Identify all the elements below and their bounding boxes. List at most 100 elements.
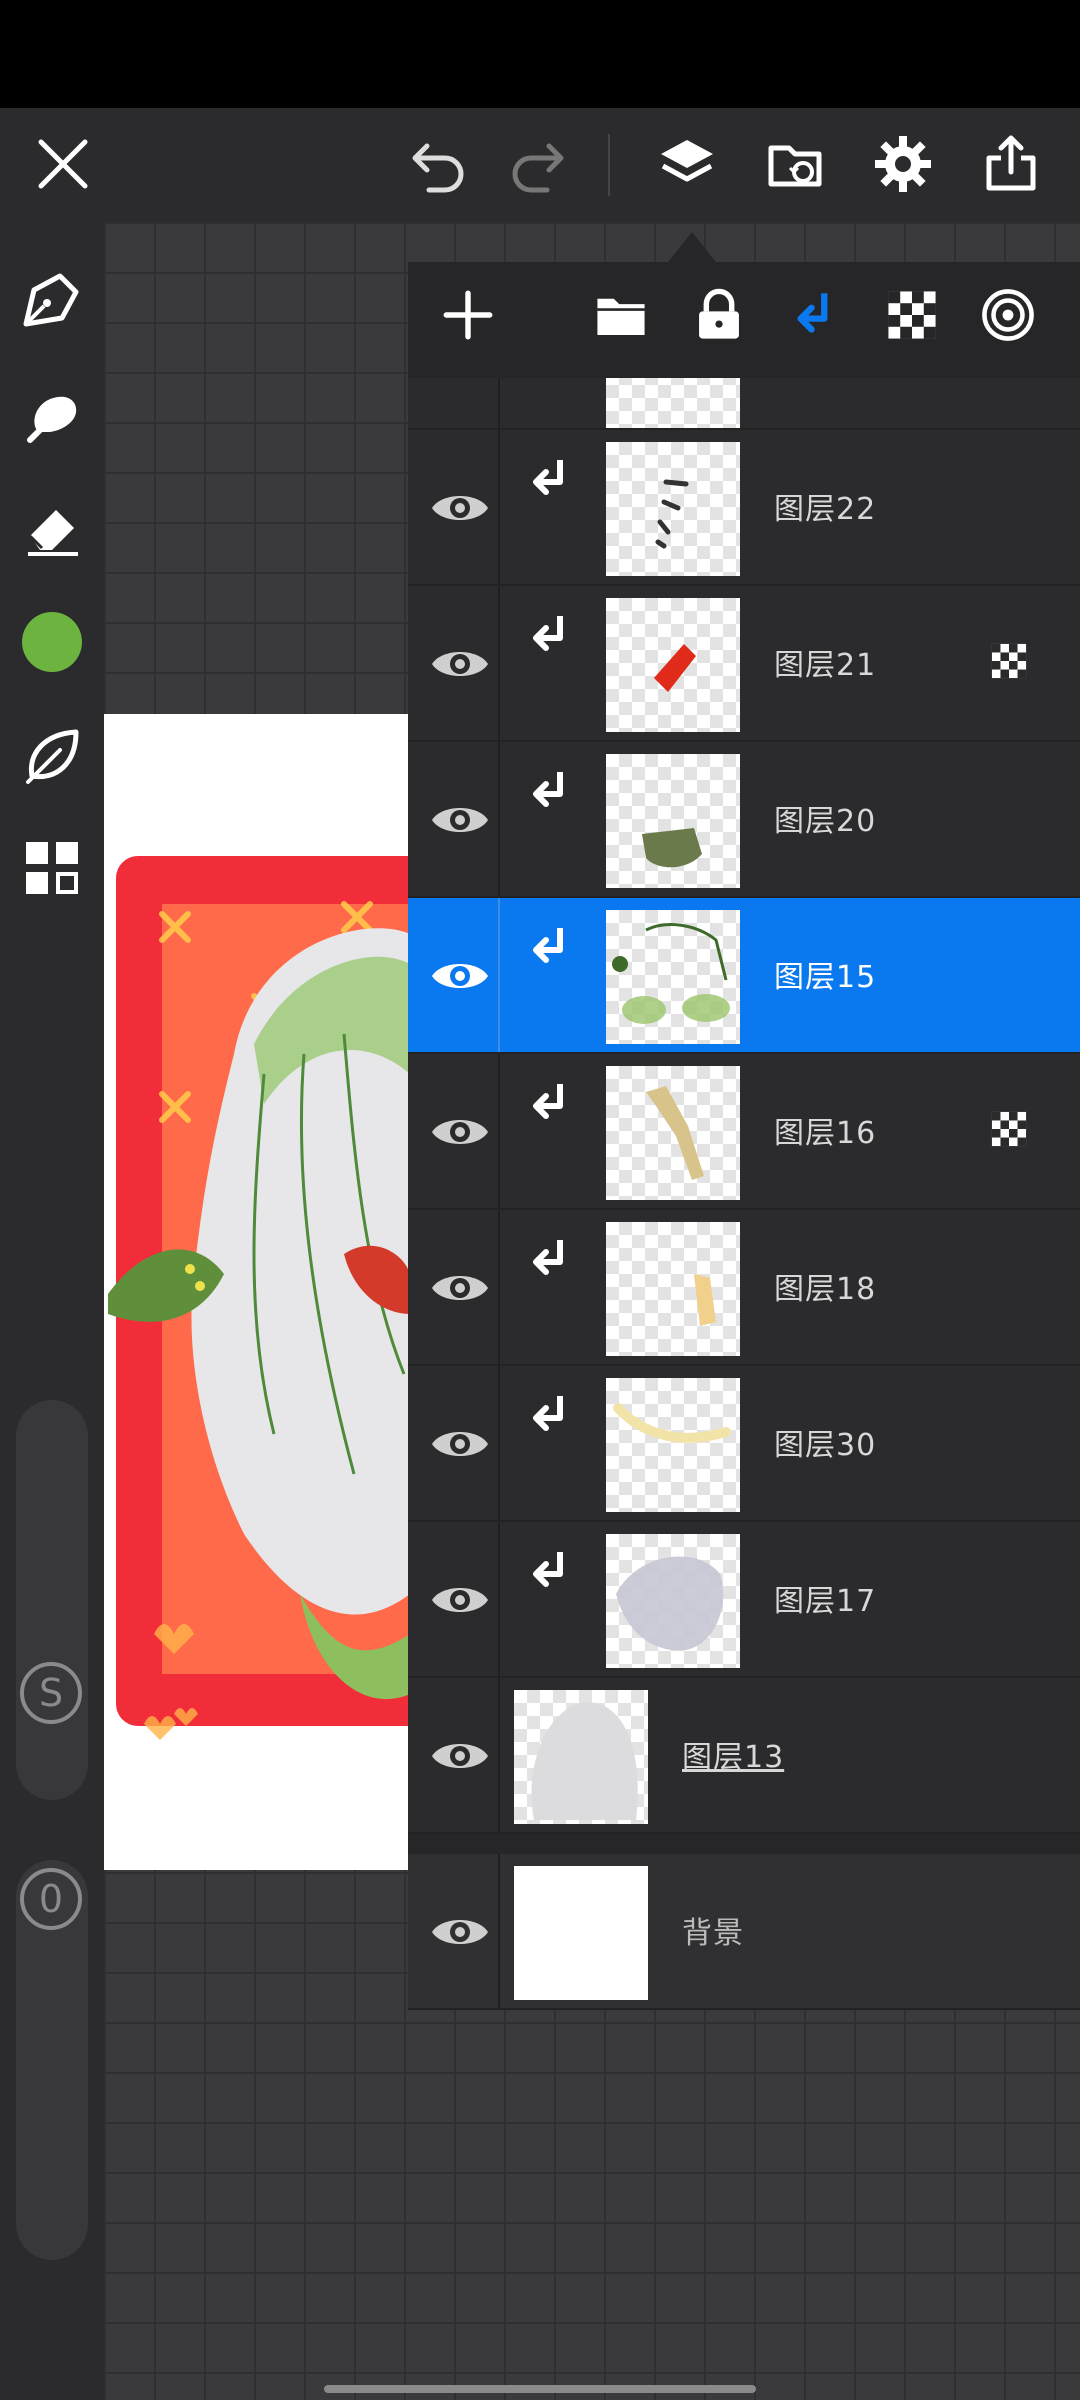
layer-thumbnail [606,1378,740,1512]
layer-thumbnail [606,1534,740,1668]
layer-row[interactable]: 图层16 [408,1054,1080,1210]
layer-thumbnail [606,378,740,428]
layer-row[interactable]: 图层17 [408,1522,1080,1678]
layer-thumbnail [606,754,740,888]
drawing-canvas[interactable] [104,714,410,1870]
share-icon [986,135,1036,191]
settings-button[interactable] [860,121,946,207]
import-image-button[interactable] [752,121,838,207]
visibility-eye-icon[interactable] [428,1900,492,1964]
opacity-slider[interactable]: 0 [16,1860,88,2260]
leaf-icon [26,729,79,784]
eraser-tool[interactable] [14,490,90,566]
layer-name: 图层13 [682,1740,785,1775]
visibility-eye-icon[interactable] [428,632,492,696]
visibility-eye-icon[interactable] [428,1412,492,1476]
redo-button[interactable] [494,121,580,207]
layer-row[interactable]: 图层20 [408,742,1080,898]
clip-arrow-icon [533,928,563,963]
grid-icon [26,842,78,894]
undo-icon [412,143,464,193]
layer-name: 图层15 [774,960,877,995]
close-button[interactable] [20,121,106,207]
layer-thumbnail [514,1690,648,1824]
layer-row[interactable]: 图层18 [408,1210,1080,1366]
toolbar-divider [608,134,610,196]
color-swatch [22,612,82,672]
lock-layer-button[interactable] [684,280,754,350]
layer-thumbnail [606,442,740,576]
lock-icon [699,288,739,339]
settings-icon [875,136,931,192]
close-icon [38,139,88,189]
smudge-icon [27,396,77,443]
clip-arrow-icon [533,1240,563,1275]
clip-arrow-icon [533,460,563,495]
visibility-eye-icon[interactable] [428,944,492,1008]
clip-arrow-icon [533,616,563,651]
layer-thumbnail [606,1222,740,1356]
import-image-icon [768,145,822,187]
layer-thumbnail [606,910,740,1044]
visibility-eye-icon[interactable] [428,476,492,540]
add-layer-icon [443,290,493,340]
layer-name: 图层30 [774,1428,877,1463]
layer-row-background[interactable]: 背景 [408,1854,1080,2010]
layer-name: 图层17 [774,1584,877,1619]
layer-thumbnail [514,1866,648,2000]
redo-icon [512,143,564,193]
add-folder-button[interactable] [586,280,656,350]
eye-column [408,378,500,428]
gallery-grid-button[interactable] [14,830,90,906]
layers-button[interactable] [644,121,730,207]
undo-button[interactable] [396,121,482,207]
alpha-lock-icon [888,291,936,339]
smudge-tool[interactable] [14,376,90,452]
clip-icon [797,293,828,333]
layer-name: 图层21 [774,648,877,683]
layer-row[interactable]: 图层22 [408,430,1080,586]
brush-size-slider[interactable]: S [16,1400,88,1800]
layer-thumbnail [606,598,740,732]
visibility-eye-icon[interactable] [428,1100,492,1164]
layer-name: 图层16 [774,1116,877,1151]
layer-name: 背景 [682,1916,744,1951]
layer-row[interactable]: 图层21 [408,586,1080,742]
pen-tool[interactable] [14,262,90,338]
clip-arrow-icon [533,1552,563,1587]
pen-icon [23,273,79,327]
layer-name: 图层18 [774,1272,877,1307]
leaf-tool[interactable] [14,718,90,794]
opacity-knob[interactable]: 0 [20,1868,82,1930]
alpha-lock-button[interactable] [877,280,947,350]
layer-name: 图层22 [774,492,877,527]
alpha-lock-indicator-icon [991,643,1027,679]
clipping-mask-button[interactable] [782,280,852,350]
share-button[interactable] [968,121,1054,207]
layer-name: 图层20 [774,804,877,839]
panel-pointer [668,232,716,262]
home-indicator[interactable] [324,2385,756,2393]
layer-row-partial[interactable] [408,378,1080,430]
size-knob[interactable]: S [20,1662,82,1724]
layer-thumbnail [606,1066,740,1200]
layer-row[interactable]: 图层13 [408,1678,1080,1834]
visibility-eye-icon[interactable] [428,1724,492,1788]
clip-arrow-icon [533,1396,563,1431]
blend-mode-button[interactable] [973,280,1043,350]
visibility-eye-icon[interactable] [428,1256,492,1320]
clip-arrow-icon [533,1084,563,1119]
visibility-eye-icon[interactable] [428,788,492,852]
status-bar [0,0,1080,108]
visibility-eye-icon[interactable] [428,1568,492,1632]
color-picker-button[interactable] [14,604,90,680]
character-artwork [108,901,410,1740]
blend-icon [982,289,1034,341]
eraser-icon [28,510,78,556]
add-layer-button[interactable] [433,280,503,350]
layers-icon [661,140,713,182]
alpha-lock-indicator-icon [991,1111,1027,1147]
layer-row-selected[interactable]: 图层15 [408,898,1080,1054]
layer-row[interactable]: 图层30 [408,1366,1080,1522]
panel-spacer [408,1834,1080,1854]
